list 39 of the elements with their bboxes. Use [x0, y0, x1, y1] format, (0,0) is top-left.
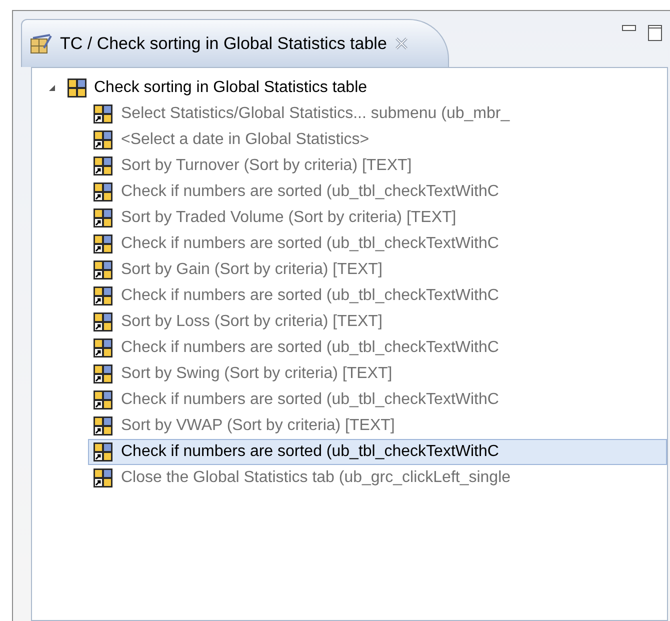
test-case-icon [67, 78, 87, 98]
tree-item[interactable]: Check if numbers are sorted (ub_tbl_checkTextWithC [88, 179, 667, 205]
tree-item[interactable]: Check sorting in Global Statistics table [94, 76, 368, 100]
test-step-icon [93, 182, 113, 202]
editor-tab[interactable]: TC / Check sorting in Global Statistics table [21, 19, 449, 67]
test-step-icon [93, 156, 113, 176]
tree-item[interactable]: Check if numbers are sorted (ub_tbl_checkTextWithC [88, 231, 667, 257]
close-icon[interactable] [394, 37, 408, 50]
tree-item[interactable]: Sort by Traded Volume (Sort by criteria) [TEXT] [88, 205, 667, 231]
test-step-icon [93, 364, 113, 384]
tree-item[interactable]: Sort by Turnover (Sort by criteria) [TEXT] [88, 153, 667, 179]
expand-toggle-icon[interactable] [48, 84, 56, 92]
test-step-icon [93, 390, 113, 410]
tree-item[interactable]: Sort by Loss (Sort by criteria) [TEXT] [88, 309, 667, 335]
tab-title: TC / Check sorting in Global Statistics table [60, 32, 387, 55]
test-step-icon [93, 104, 113, 124]
tree-item[interactable]: Select Statistics/Global Statistics... submenu (ub_mbr_ [88, 101, 667, 127]
tree-item[interactable]: Sort by Gain (Sort by criteria) [TEXT] [88, 257, 667, 283]
tree-item[interactable]: Close the Global Statistics tab (ub_grc_clickLeft_single [88, 465, 667, 491]
tree-item[interactable]: Sort by Swing (Sort by criteria) [TEXT] [88, 361, 667, 387]
test-step-icon [93, 312, 113, 332]
test-step-icon [93, 260, 113, 280]
test-step-icon [93, 468, 113, 488]
tree-item[interactable]: <Select a date in Global Statistics> [88, 127, 667, 153]
test-step-icon [93, 130, 113, 150]
tree-item[interactable]: Check if numbers are sorted (ub_tbl_checkTextWithC [88, 387, 667, 413]
tree-item[interactable]: Check if numbers are sorted (ub_tbl_checkTextWithC [88, 439, 667, 465]
test-step-icon [93, 338, 113, 358]
tree-item[interactable]: Check if numbers are sorted (ub_tbl_checkTextWithC [88, 335, 667, 361]
test-step-icon [93, 442, 113, 462]
test-case-icon [30, 34, 52, 54]
test-step-icon [93, 234, 113, 254]
tree-item[interactable]: Sort by VWAP (Sort by criteria) [TEXT] [88, 413, 667, 439]
minimize-icon[interactable] [622, 25, 636, 33]
test-step-icon [93, 286, 113, 306]
test-step-icon [93, 208, 113, 228]
maximize-icon[interactable] [648, 25, 662, 41]
test-step-icon [93, 416, 113, 436]
tree-item[interactable]: Check if numbers are sorted (ub_tbl_checkTextWithC [88, 283, 667, 309]
